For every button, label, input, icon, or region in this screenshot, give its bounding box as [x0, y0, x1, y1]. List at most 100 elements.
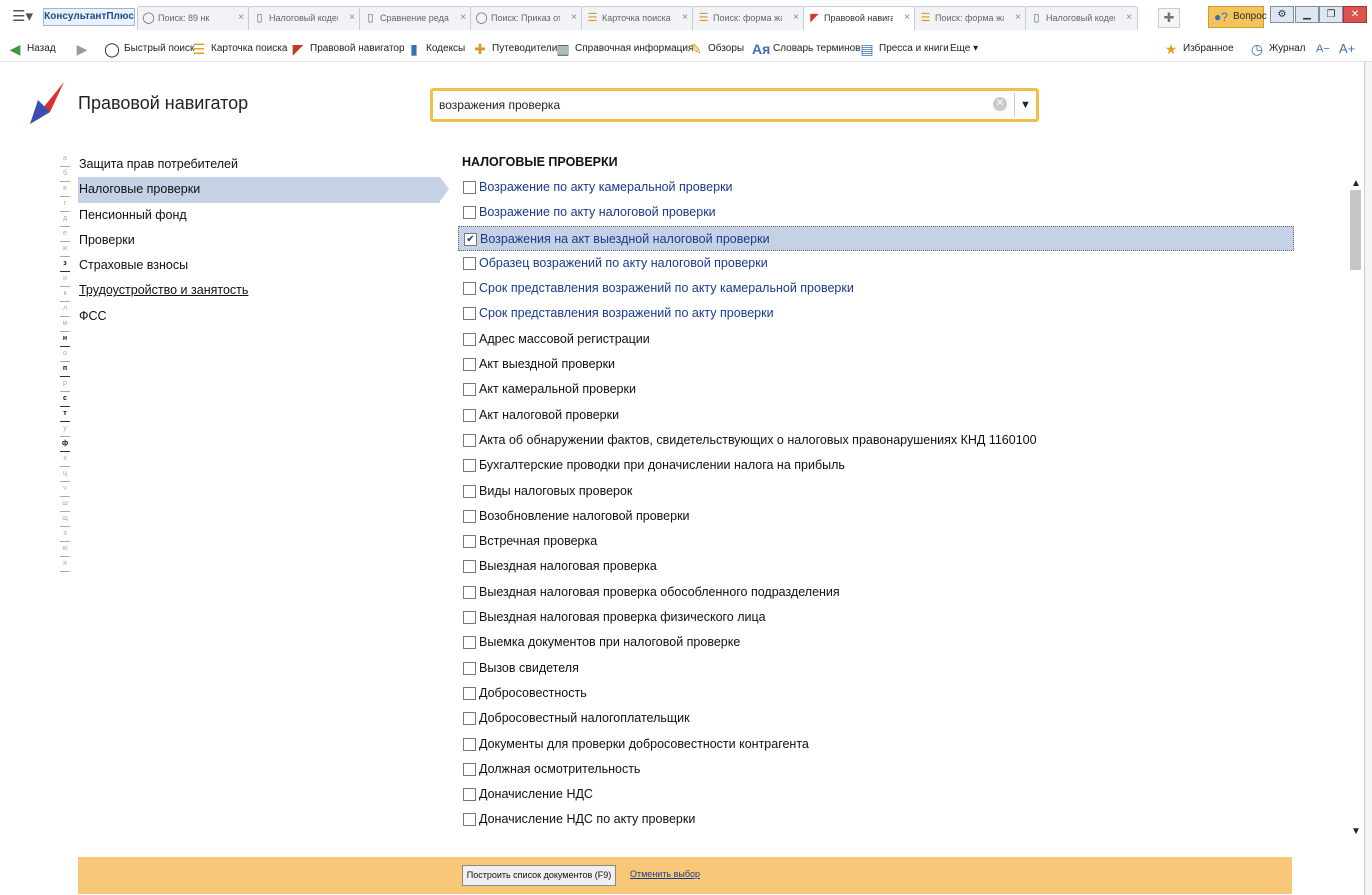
keyword-row[interactable]: Срок представления возражений по акту ка… [458, 276, 1294, 301]
tab-4[interactable]: ◯ Поиск: Приказ от × [470, 6, 583, 30]
keyword-row[interactable]: Возражение по акту налоговой проверки [458, 200, 1294, 225]
keyword-row[interactable]: Срок представления возражений по акту пр… [458, 301, 1294, 326]
more-button[interactable]: Еще ▾ [950, 39, 978, 59]
keyword-checkbox[interactable] [463, 459, 476, 473]
brand-logo[interactable]: КонсультантПлюс [43, 8, 135, 26]
category-item[interactable]: Пенсионный фонд [78, 203, 444, 228]
question-button[interactable]: ●? Вопрос [1208, 6, 1267, 28]
settings-icon[interactable]: ⚙ [1270, 6, 1294, 23]
keyword-row[interactable]: Добросовестность [458, 681, 1294, 706]
back-button[interactable]: ◀ Назад [6, 39, 56, 59]
search-dropdown-button[interactable]: ▼ [1014, 93, 1036, 117]
keyword-row[interactable]: Акт выездной проверки [458, 352, 1294, 377]
tab-8[interactable]: ☰ Поиск: форма жалобы × [914, 6, 1027, 30]
keyword-checkbox[interactable] [463, 611, 476, 625]
keyword-row[interactable]: Бухгалтерские проводки при доначислении … [458, 453, 1294, 478]
scroll-up-icon[interactable]: ▲ [1348, 178, 1364, 190]
keyword-row[interactable]: Встречная проверка [458, 529, 1294, 554]
keyword-checkbox[interactable] [463, 636, 476, 650]
keyword-row[interactable]: Образец возражений по акту налоговой про… [458, 251, 1294, 276]
tab-2[interactable]: ▯ Налоговый кодекс × [248, 6, 361, 30]
keyword-row[interactable]: Акта об обнаружении фактов, свидетельств… [458, 428, 1294, 453]
alphabet-letter[interactable]: п [60, 362, 70, 377]
scroll-down-icon[interactable]: ▼ [1348, 826, 1364, 838]
quick-search-button[interactable]: ◯ Быстрый поиск [103, 39, 194, 59]
alphabet-letter[interactable]: с [60, 392, 70, 407]
keyword-checkbox[interactable] [463, 408, 476, 422]
tab-close-icon[interactable]: × [571, 7, 577, 29]
category-item[interactable]: ФСС [78, 304, 444, 329]
keyword-row[interactable]: Выемка документов при налоговой проверке [458, 630, 1294, 655]
reviews-button[interactable]: ✎ Обзоры [687, 39, 744, 59]
keyword-row[interactable]: Адрес массовой регистрации [458, 327, 1294, 352]
close-icon[interactable]: ✕ [1343, 6, 1367, 23]
keyword-row[interactable]: Выездная налоговая проверка [458, 554, 1294, 579]
press-button[interactable]: ▤ Пресса и книги [858, 39, 948, 59]
alphabet-letter[interactable]: ф [60, 437, 70, 452]
dictionary-button[interactable]: Aя Словарь терминов [752, 39, 861, 59]
keyword-checkbox[interactable] [463, 307, 476, 321]
tab-6[interactable]: ☰ Поиск: форма жалобы × [692, 6, 805, 30]
keyword-checkbox[interactable] [463, 181, 476, 194]
tab-close-icon[interactable]: × [238, 7, 244, 29]
keyword-row[interactable]: Возражение по акту камеральной проверки [458, 175, 1294, 200]
search-card-button[interactable]: ☰ Карточка поиска [190, 39, 288, 59]
tab-close-icon[interactable]: × [904, 7, 910, 29]
category-item[interactable]: Налоговые проверки [78, 177, 449, 203]
keyword-row[interactable]: Доначисление НДС [458, 782, 1294, 807]
new-tab-icon[interactable]: ✚ [1158, 8, 1180, 28]
keyword-checkbox[interactable] [463, 206, 476, 220]
font-increase-button[interactable]: A+ [1339, 39, 1355, 59]
scroll-thumb[interactable] [1350, 190, 1361, 270]
forward-button[interactable]: ▶ [73, 39, 94, 59]
category-item[interactable]: Страховые взносы [78, 253, 444, 278]
category-item[interactable]: Проверки [78, 228, 444, 253]
tab-close-icon[interactable]: × [460, 7, 466, 29]
keyword-row[interactable]: Документы для проверки добросовестности … [458, 732, 1294, 757]
clear-icon[interactable]: ✕ [993, 97, 1007, 111]
list-scrollbar[interactable]: ▲ ▼ [1348, 178, 1364, 838]
favorites-button[interactable]: ★ Избранное [1162, 39, 1234, 59]
tab-3[interactable]: ▯ Сравнение редакций × [359, 6, 472, 30]
keyword-checkbox[interactable] [463, 686, 476, 700]
keyword-checkbox[interactable] [463, 788, 476, 802]
keyword-checkbox[interactable] [463, 509, 476, 523]
keyword-row[interactable]: Акт налоговой проверки [458, 403, 1294, 428]
category-item[interactable]: Защита прав потребителей [78, 152, 444, 177]
tab-close-icon[interactable]: × [349, 7, 355, 29]
main-menu-icon[interactable]: ☰▾ [12, 7, 36, 25]
search-input[interactable] [433, 91, 1003, 119]
keyword-row[interactable]: Виды налоговых проверок [458, 479, 1294, 504]
keyword-checkbox[interactable] [463, 712, 476, 726]
tab-close-icon[interactable]: × [682, 7, 688, 29]
keyword-checkbox[interactable] [463, 282, 476, 296]
restore-icon[interactable]: ❐ [1319, 6, 1343, 23]
tab-5[interactable]: ☰ Карточка поиска × [581, 6, 694, 30]
keyword-checkbox[interactable] [463, 358, 476, 372]
keyword-row[interactable]: Выездная налоговая проверка физического … [458, 605, 1294, 630]
keyword-checkbox[interactable] [463, 383, 476, 397]
keyword-row[interactable]: Вызов свидетеля [458, 656, 1294, 681]
keyword-checkbox[interactable]: ✔ [464, 232, 477, 246]
alphabet-letter[interactable]: з [60, 257, 70, 272]
codes-button[interactable]: ▮ Кодексы [405, 39, 465, 59]
keyword-row[interactable]: ✔ Возражения на акт выездной налоговой пр… [458, 225, 1294, 251]
cancel-selection-link[interactable]: Отменить выбор [630, 869, 700, 879]
tab-close-icon[interactable]: × [793, 7, 799, 29]
journal-button[interactable]: ◷ Журнал [1248, 39, 1306, 59]
build-list-button[interactable]: Построить список документов (F9) [462, 865, 616, 886]
keyword-checkbox[interactable] [463, 332, 476, 346]
tab-close-icon[interactable]: × [1126, 7, 1132, 29]
tab-7[interactable]: ◤ Правовой навигатор × [803, 6, 916, 30]
tab-close-icon[interactable]: × [1015, 7, 1021, 29]
keyword-checkbox[interactable] [463, 762, 476, 776]
keyword-checkbox[interactable] [463, 256, 476, 270]
tab-9[interactable]: ▯ Налоговый кодекс × [1025, 6, 1138, 30]
keyword-row[interactable]: Должная осмотрительность [458, 757, 1294, 782]
keyword-checkbox[interactable] [463, 535, 476, 549]
keyword-checkbox[interactable] [463, 813, 476, 827]
alphabet-letter[interactable]: н [60, 332, 70, 347]
keyword-row[interactable]: Акт камеральной проверки [458, 377, 1294, 402]
keyword-row[interactable]: Добросовестный налогоплательщик [458, 706, 1294, 731]
keyword-checkbox[interactable] [463, 585, 476, 599]
